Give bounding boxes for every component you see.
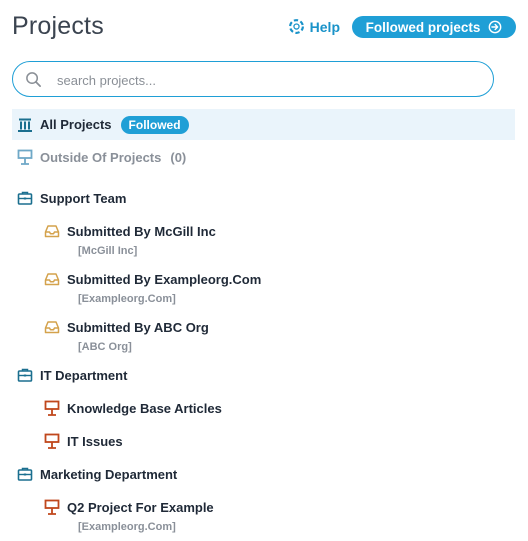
project-org-tag: [Exampleorg.Com] [78, 521, 176, 533]
presentation-icon [17, 149, 33, 165]
followed-projects-button[interactable]: Followed projects [352, 16, 516, 38]
project-label: IT Issues [67, 433, 123, 449]
project-submitted-by-exampleorg[interactable]: Submitted By Exampleorg.Com [44, 271, 261, 287]
presentation-icon [44, 499, 60, 515]
presentation-icon [44, 433, 60, 449]
arrow-right-circle-icon [488, 20, 502, 34]
outside-of-projects-item[interactable]: Outside Of Projects (0) [17, 149, 186, 165]
briefcase-icon [17, 368, 33, 382]
outside-of-projects-count: (0) [170, 149, 187, 165]
project-label: Knowledge Base Articles [67, 400, 222, 416]
project-org-tag: [McGill Inc] [78, 245, 138, 257]
group-it-department[interactable]: IT Department [17, 367, 127, 383]
project-org-tag: [Exampleorg.Com] [78, 293, 176, 305]
help-label: Help [309, 18, 340, 35]
page-title: Projects [12, 12, 104, 40]
inbox-icon [44, 273, 60, 286]
project-label: Submitted By McGill Inc [67, 223, 216, 239]
group-label: IT Department [40, 367, 128, 383]
outside-of-projects-label: Outside Of Projects [40, 149, 162, 165]
project-submitted-by-mcgill[interactable]: Submitted By McGill Inc [44, 223, 216, 239]
project-label: Submitted By ABC Org [67, 319, 209, 335]
project-knowledge-base-articles[interactable]: Knowledge Base Articles [44, 400, 222, 416]
lifebuoy-icon [288, 19, 304, 34]
help-link[interactable]: Help [288, 18, 340, 35]
project-submitted-by-abc[interactable]: Submitted By ABC Org [44, 319, 209, 335]
briefcase-icon [17, 191, 33, 205]
briefcase-icon [17, 467, 33, 481]
all-projects-label: All Projects [40, 117, 112, 132]
followed-projects-label: Followed projects [365, 19, 481, 35]
project-it-issues[interactable]: IT Issues [44, 433, 123, 449]
presentation-icon [44, 400, 60, 416]
group-support-team[interactable]: Support Team [17, 190, 126, 206]
group-label: Support Team [40, 190, 127, 206]
project-org-tag: [ABC Org] [78, 341, 132, 353]
project-label: Q2 Project For Example [67, 499, 214, 515]
all-projects-item[interactable]: All Projects Followed [12, 109, 515, 140]
inbox-icon [44, 225, 60, 238]
project-label: Submitted By Exampleorg.Com [67, 271, 262, 287]
project-q2-project[interactable]: Q2 Project For Example [44, 499, 214, 515]
building-icon [18, 118, 32, 132]
search-box [12, 61, 494, 97]
search-icon [26, 72, 41, 87]
search-input[interactable] [55, 68, 479, 92]
inbox-icon [44, 321, 60, 334]
followed-badge: Followed [120, 115, 189, 134]
group-label: Marketing Department [40, 466, 178, 482]
group-marketing-department[interactable]: Marketing Department [17, 466, 177, 482]
header: Projects Help Followed projects [12, 10, 516, 46]
